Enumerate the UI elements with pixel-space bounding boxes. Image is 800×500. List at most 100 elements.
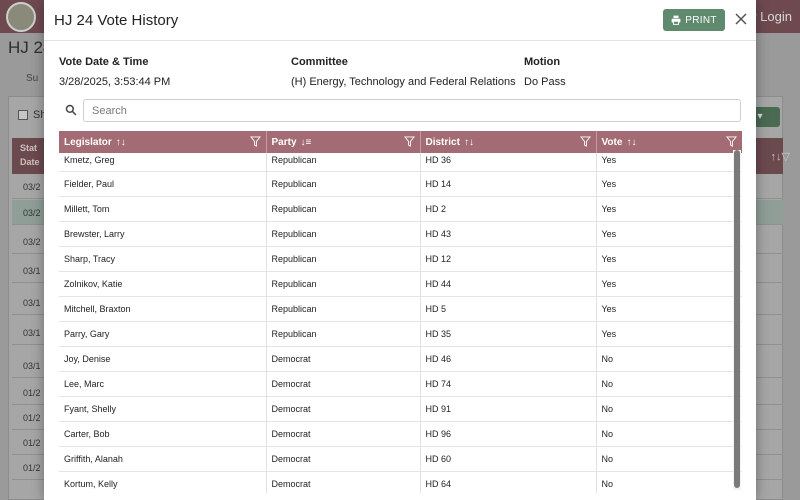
- legislator-cell: Fielder, Paul: [59, 171, 267, 197]
- vote-table: Legislator ↑↓ Party ↓≡ District ↑↓ Vote ↑↓: [59, 131, 742, 493]
- party-cell: Democrat: [266, 346, 421, 372]
- party-cell: Democrat: [266, 421, 421, 447]
- vote-cell: Yes: [596, 171, 742, 197]
- sort-icon[interactable]: ↓≡: [301, 137, 312, 148]
- district-cell: HD 74: [420, 371, 597, 397]
- table-row: Joy, Denise Democrat HD 46 No: [59, 346, 742, 372]
- modal-header: HJ 24 Vote History PRINT: [44, 0, 756, 41]
- bg-date-cell: 03/1: [23, 361, 41, 371]
- table-row: Griffith, Alanah Democrat HD 60 No: [59, 446, 742, 472]
- sort-icon[interactable]: ↑↓: [116, 137, 126, 148]
- table-row: Kortum, Kelly Democrat HD 64 No: [59, 471, 742, 493]
- column-header-legislator[interactable]: Legislator ↑↓: [59, 131, 267, 153]
- bg-header-status: Stat Date: [20, 141, 40, 169]
- scrollbar-thumb[interactable]: [734, 150, 740, 488]
- district-cell: HD 5: [420, 296, 597, 322]
- table-row: Fielder, Paul Republican HD 14 Yes: [59, 171, 742, 197]
- table-row: Kmetz, Greg Republican HD 36 Yes: [59, 153, 742, 172]
- bg-date-cell: 03/2: [23, 182, 41, 192]
- vote-cell: Yes: [596, 271, 742, 297]
- vote-cell: No: [596, 421, 742, 447]
- district-cell: HD 91: [420, 396, 597, 422]
- filter-icon[interactable]: [725, 136, 737, 147]
- filter-icon[interactable]: [579, 136, 591, 147]
- committee-label: Committee: [291, 56, 348, 68]
- vote-cell: No: [596, 396, 742, 422]
- bg-header-line-1: Stat: [20, 143, 38, 153]
- committee-block: Committee (H) Energy, Technology and Fed…: [291, 56, 516, 88]
- vote-cell: Yes: [596, 321, 742, 347]
- table-row: Zolnikov, Katie Republican HD 44 Yes: [59, 271, 742, 297]
- motion-value: Do Pass: [524, 76, 566, 88]
- column-label: Party: [271, 136, 297, 148]
- bg-date-cell: 03/2: [23, 237, 41, 247]
- vote-cell: No: [596, 346, 742, 372]
- district-cell: HD 35: [420, 321, 597, 347]
- party-cell: Republican: [266, 271, 421, 297]
- sort-icon[interactable]: ↑↓: [626, 137, 636, 148]
- district-cell: HD 12: [420, 246, 597, 272]
- table-row: Millett, Tom Republican HD 2 Yes: [59, 196, 742, 222]
- legislator-cell: Kortum, Kelly: [59, 471, 267, 493]
- district-cell: HD 96: [420, 421, 597, 447]
- party-cell: Republican: [266, 153, 421, 172]
- vote-date-label: Vote Date & Time: [59, 56, 149, 68]
- vote-date-value: 3/28/2025, 3:53:44 PM: [59, 76, 171, 88]
- legislator-cell: Sharp, Tracy: [59, 246, 267, 272]
- column-label: Vote: [601, 136, 623, 148]
- legislature-logo: [6, 2, 36, 32]
- printer-icon: [671, 15, 681, 25]
- bg-date-cell: 01/2: [23, 463, 41, 473]
- close-icon: [735, 13, 747, 25]
- district-cell: HD 2: [420, 196, 597, 222]
- close-button[interactable]: [733, 11, 749, 27]
- district-cell: HD 60: [420, 446, 597, 472]
- party-cell: Democrat: [266, 471, 421, 493]
- table-scrollbar[interactable]: [733, 150, 741, 490]
- legislator-cell: Carter, Bob: [59, 421, 267, 447]
- column-header-district[interactable]: District ↑↓: [420, 131, 597, 153]
- filter-icon[interactable]: [403, 136, 415, 147]
- vote-cell: Yes: [596, 246, 742, 272]
- district-cell: HD 36: [420, 153, 597, 172]
- bg-header-line-2: Date: [20, 157, 40, 167]
- vote-cell: Yes: [596, 153, 742, 172]
- filter-icon[interactable]: [249, 136, 261, 147]
- district-cell: HD 43: [420, 221, 597, 247]
- party-cell: Republican: [266, 171, 421, 197]
- sort-icon[interactable]: ↑↓: [464, 137, 474, 148]
- column-label: Legislator: [64, 136, 112, 148]
- district-cell: HD 44: [420, 271, 597, 297]
- show-checkbox[interactable]: [18, 110, 28, 120]
- vote-cell: Yes: [596, 196, 742, 222]
- column-header-party[interactable]: Party ↓≡: [266, 131, 421, 153]
- legislator-cell: Mitchell, Braxton: [59, 296, 267, 322]
- bg-date-cell: 01/2: [23, 438, 41, 448]
- search-input[interactable]: [83, 99, 741, 122]
- vote-history-modal: HJ 24 Vote History PRINT Vote Date & Tim…: [44, 0, 756, 500]
- legislator-cell: Griffith, Alanah: [59, 446, 267, 472]
- legislator-cell: Kmetz, Greg: [59, 153, 267, 172]
- modal-title: HJ 24 Vote History: [54, 12, 179, 29]
- tab-summary[interactable]: Su: [26, 73, 38, 84]
- motion-block: Motion Do Pass: [524, 56, 566, 88]
- bg-date-cell: 03/2: [23, 208, 41, 218]
- party-cell: Republican: [266, 221, 421, 247]
- vote-cell: No: [596, 471, 742, 493]
- district-cell: HD 14: [420, 171, 597, 197]
- table-row: Lee, Marc Democrat HD 74 No: [59, 371, 742, 397]
- table-row: Mitchell, Braxton Republican HD 5 Yes: [59, 296, 742, 322]
- print-button[interactable]: PRINT: [663, 9, 725, 31]
- legislator-cell: Zolnikov, Katie: [59, 271, 267, 297]
- legislator-cell: Joy, Denise: [59, 346, 267, 372]
- table-header-row: Legislator ↑↓ Party ↓≡ District ↑↓ Vote ↑↓: [59, 131, 742, 153]
- bg-date-cell: 01/2: [23, 388, 41, 398]
- party-cell: Republican: [266, 296, 421, 322]
- print-label: PRINT: [685, 14, 717, 26]
- party-cell: Republican: [266, 246, 421, 272]
- vote-cell: No: [596, 371, 742, 397]
- column-header-vote[interactable]: Vote ↑↓: [596, 131, 742, 153]
- party-cell: Democrat: [266, 371, 421, 397]
- bg-date-cell: 03/1: [23, 298, 41, 308]
- legislator-cell: Brewster, Larry: [59, 221, 267, 247]
